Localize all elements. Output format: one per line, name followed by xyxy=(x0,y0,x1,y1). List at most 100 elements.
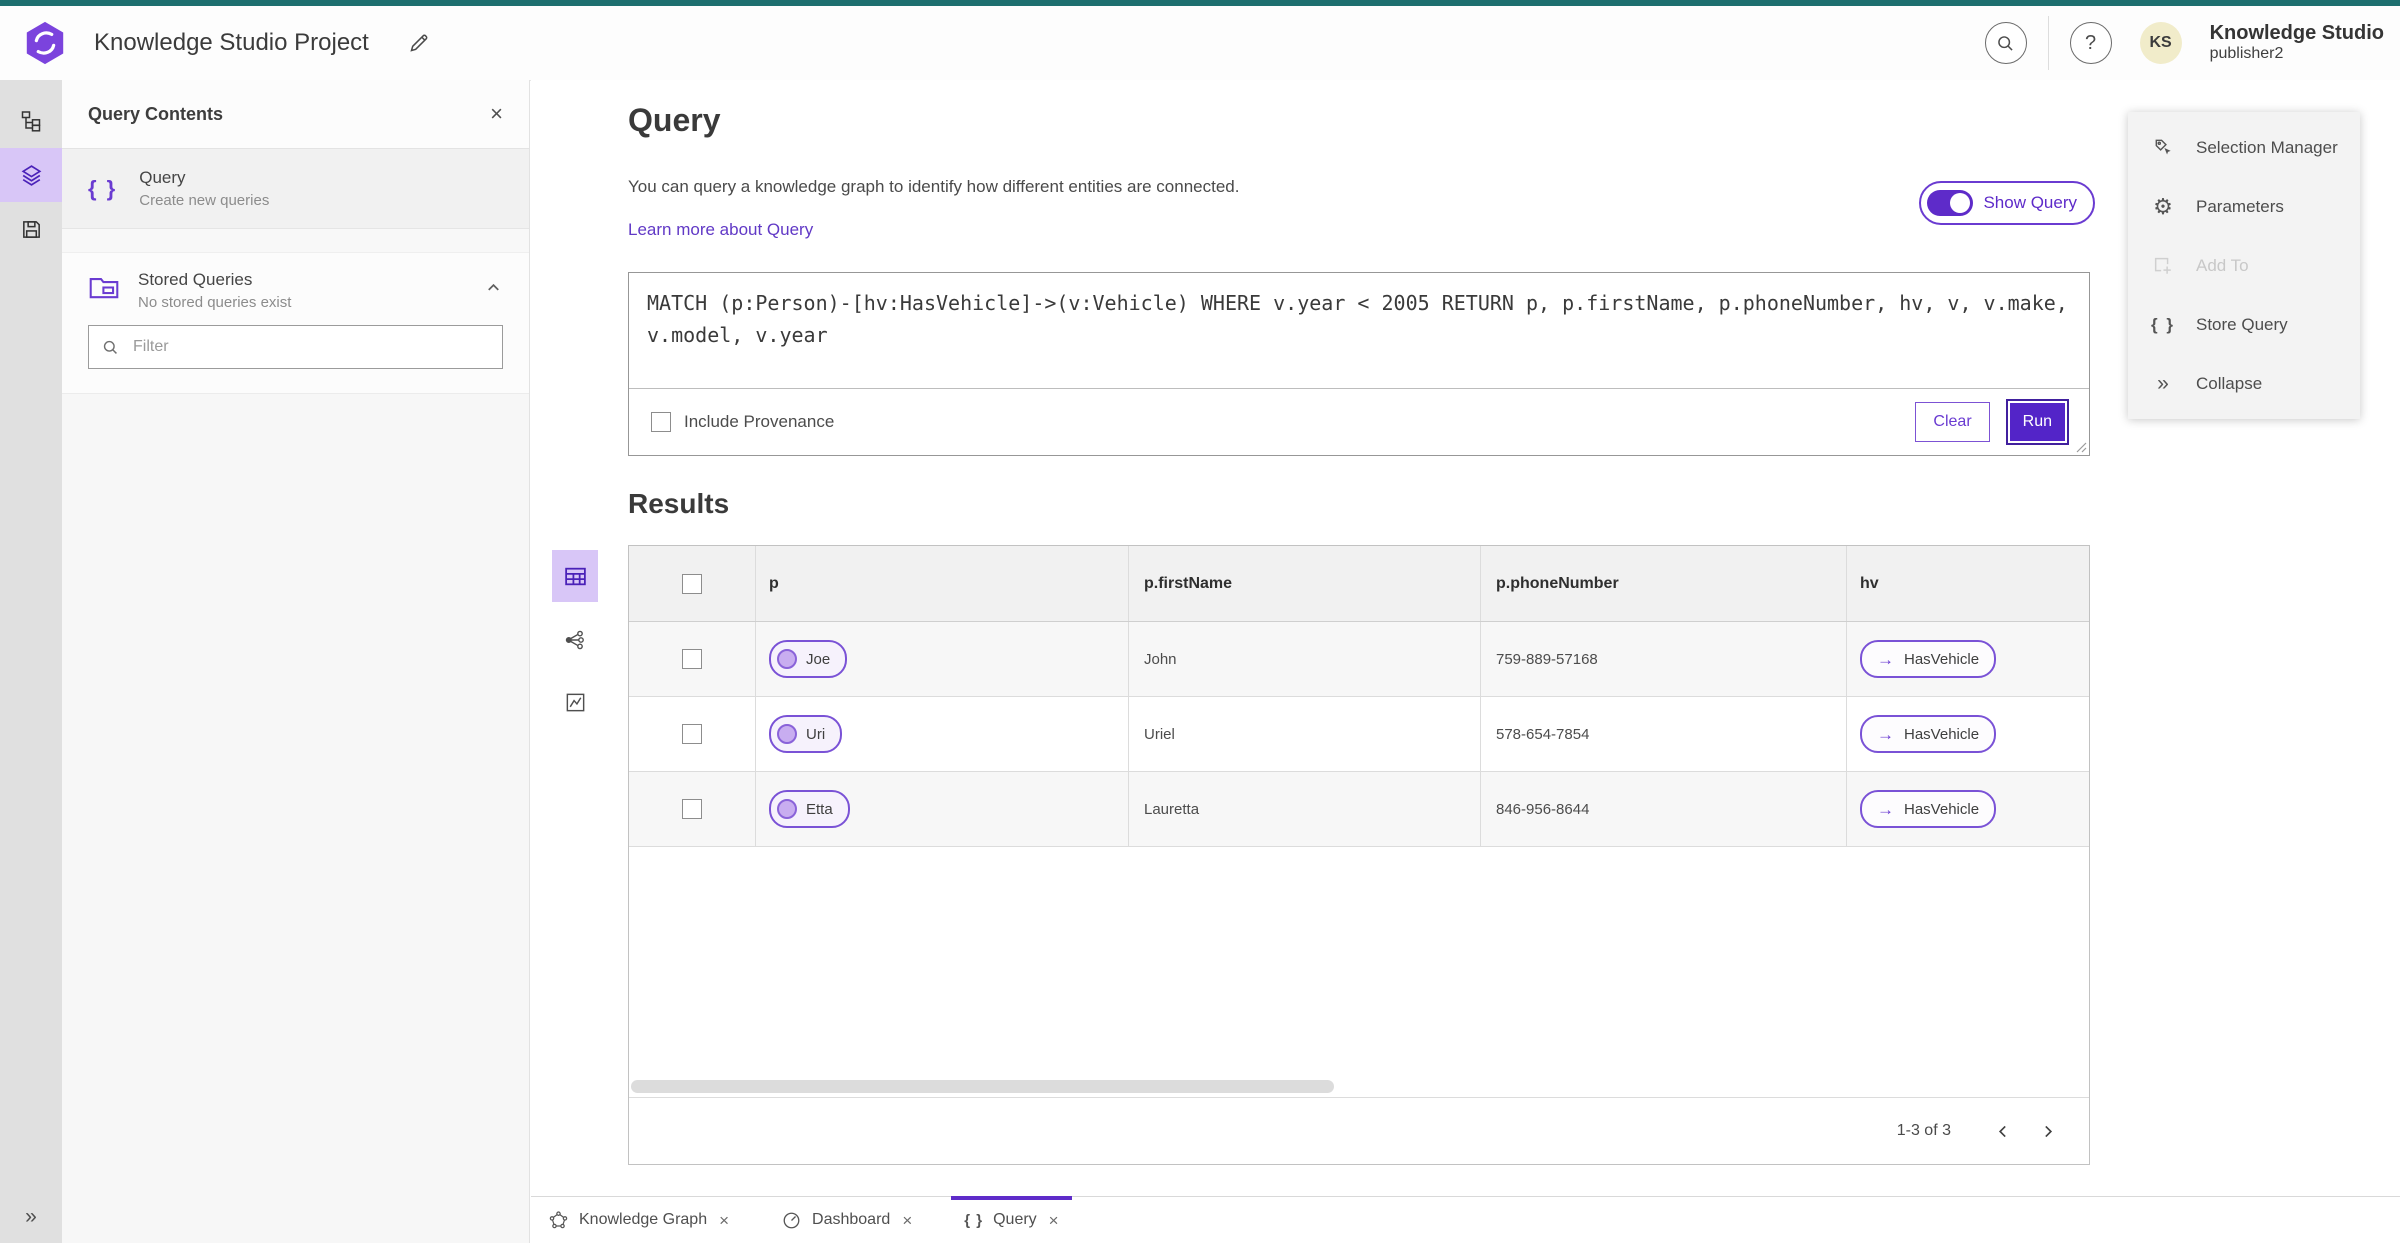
table-row: Etta Lauretta 846-956-8644 → HasVehicle xyxy=(629,772,2089,847)
run-button[interactable]: Run xyxy=(2005,399,2070,445)
column-header-p[interactable]: p xyxy=(756,546,1129,621)
row-checkbox[interactable] xyxy=(682,649,702,669)
resize-handle-icon[interactable] xyxy=(2075,441,2087,453)
store-query-item[interactable]: { } Store Query xyxy=(2128,295,2360,354)
chevrons-right-icon: » xyxy=(2157,372,2169,395)
app-header: Knowledge Studio Project ? KS Knowledge … xyxy=(0,6,2400,81)
column-header-hv[interactable]: hv xyxy=(1847,546,2087,621)
expand-panel-button[interactable]: » xyxy=(0,1197,62,1237)
dashboard-icon xyxy=(781,1210,802,1231)
left-rail: » xyxy=(0,80,62,1243)
column-header-firstname[interactable]: p.firstName xyxy=(1129,546,1481,621)
project-title: Knowledge Studio Project xyxy=(94,29,369,56)
cell-phone: 759-889-57168 xyxy=(1481,622,1847,696)
row-checkbox[interactable] xyxy=(682,799,702,819)
clear-button[interactable]: Clear xyxy=(1915,402,1990,442)
graph-icon xyxy=(563,628,587,652)
knowledge-graph-icon xyxy=(548,1210,569,1231)
view-chart-button[interactable] xyxy=(552,678,598,726)
node-icon xyxy=(777,799,797,819)
tab-query[interactable]: { } Query × xyxy=(951,1196,1072,1243)
table-header-row: p p.firstName p.phoneNumber hv xyxy=(629,546,2089,622)
stored-queries-subtitle: No stored queries exist xyxy=(138,294,292,311)
edge-pill[interactable]: → HasVehicle xyxy=(1860,790,1997,828)
stored-queries-header[interactable]: Stored Queries No stored queries exist xyxy=(62,253,529,315)
arrow-right-icon: → xyxy=(1877,724,1894,744)
parameters-item[interactable]: ⚙ Parameters xyxy=(2128,177,2360,236)
previous-page-button[interactable] xyxy=(1981,1109,2025,1153)
show-query-label: Show Query xyxy=(1983,193,2077,212)
column-header-phonenumber[interactable]: p.phoneNumber xyxy=(1481,546,1847,621)
close-tab-icon[interactable]: × xyxy=(719,1212,729,1229)
help-button[interactable]: ? xyxy=(2069,22,2112,64)
user-role: publisher2 xyxy=(2209,45,2284,63)
cell-firstname: Lauretta xyxy=(1129,772,1481,846)
query-description: You can query a knowledge graph to ident… xyxy=(628,177,1240,196)
page-title: Query xyxy=(628,102,721,138)
edge-label: HasVehicle xyxy=(1904,800,1980,818)
node-label: Joe xyxy=(806,650,831,668)
node-pill[interactable]: Etta xyxy=(769,790,850,828)
tab-label: Knowledge Graph xyxy=(579,1211,708,1228)
node-pill[interactable]: Uri xyxy=(769,715,843,753)
search-button[interactable] xyxy=(1984,22,2027,64)
tab-knowledge-graph[interactable]: Knowledge Graph × xyxy=(535,1197,742,1243)
pagination-label: 1-3 of 3 xyxy=(1896,1122,1951,1139)
chevron-up-icon[interactable] xyxy=(484,278,503,297)
rail-item-hierarchy[interactable] xyxy=(0,94,62,148)
avatar[interactable]: KS xyxy=(2139,22,2182,64)
chart-icon xyxy=(564,691,587,714)
view-graph-button[interactable] xyxy=(552,616,598,664)
braces-icon: { } xyxy=(88,175,118,201)
rail-item-layers[interactable] xyxy=(0,148,62,202)
edge-pill[interactable]: → HasVehicle xyxy=(1860,715,1997,753)
query-item[interactable]: { } Query Create new queries xyxy=(62,149,529,229)
query-editor-card: MATCH (p:Person)-[hv:HasVehicle]->(v:Veh… xyxy=(628,272,2090,456)
arrow-right-icon: → xyxy=(1877,799,1894,819)
filter-input[interactable] xyxy=(131,337,490,357)
braces-icon: { } xyxy=(2151,314,2175,334)
query-tools-panel: Selection Manager ⚙ Parameters Add To { … xyxy=(2128,112,2360,419)
view-table-button[interactable] xyxy=(552,550,598,602)
results-title: Results xyxy=(628,488,730,519)
horizontal-scrollbar[interactable] xyxy=(631,1080,1334,1093)
panel-spacer xyxy=(62,229,529,253)
edit-title-icon[interactable] xyxy=(407,31,431,55)
row-checkbox[interactable] xyxy=(682,724,702,744)
close-tab-icon[interactable]: × xyxy=(1049,1212,1059,1229)
chevrons-right-icon: » xyxy=(25,1205,37,1228)
selection-manager-item[interactable]: Selection Manager xyxy=(2128,118,2360,177)
rail-item-save[interactable] xyxy=(0,202,62,256)
table-empty-area xyxy=(629,847,2089,1097)
node-pill[interactable]: Joe xyxy=(769,640,848,678)
close-panel-icon[interactable]: × xyxy=(490,103,503,125)
edge-label: HasVehicle xyxy=(1904,725,1980,743)
show-query-toggle[interactable]: Show Query xyxy=(1919,181,2095,225)
selection-manager-icon xyxy=(2150,136,2176,159)
select-all-checkbox[interactable] xyxy=(682,573,702,594)
cell-phone: 578-654-7854 xyxy=(1481,697,1847,771)
filter-field[interactable] xyxy=(88,325,503,369)
table-icon xyxy=(563,564,588,589)
query-editor[interactable]: MATCH (p:Person)-[hv:HasVehicle]->(v:Veh… xyxy=(629,273,2089,389)
user-block: Knowledge Studio publisher2 xyxy=(2210,22,2384,63)
panel-empty-area xyxy=(62,393,529,1243)
layers-icon xyxy=(19,163,44,188)
node-label: Etta xyxy=(806,800,833,818)
save-icon xyxy=(20,218,43,241)
add-to-icon xyxy=(2150,255,2176,277)
collapse-item[interactable]: » Collapse xyxy=(2128,354,2360,413)
cell-phone: 846-956-8644 xyxy=(1481,772,1847,846)
table-row: Uri Uriel 578-654-7854 → HasVehicle xyxy=(629,697,2089,772)
table-pagination: 1-3 of 3 xyxy=(629,1097,2089,1164)
app-logo-icon xyxy=(22,20,68,66)
main-content: Query You can query a knowledge graph to… xyxy=(531,80,2400,1196)
tab-dashboard[interactable]: Dashboard × xyxy=(768,1197,925,1243)
close-tab-icon[interactable]: × xyxy=(902,1212,912,1229)
parameters-label: Parameters xyxy=(2196,196,2284,216)
include-provenance-checkbox[interactable] xyxy=(651,412,671,432)
include-provenance-label: Include Provenance xyxy=(684,412,835,431)
next-page-button[interactable] xyxy=(2025,1109,2069,1153)
edge-pill[interactable]: → HasVehicle xyxy=(1860,640,1997,678)
learn-more-link[interactable]: Learn more about Query xyxy=(628,220,813,240)
